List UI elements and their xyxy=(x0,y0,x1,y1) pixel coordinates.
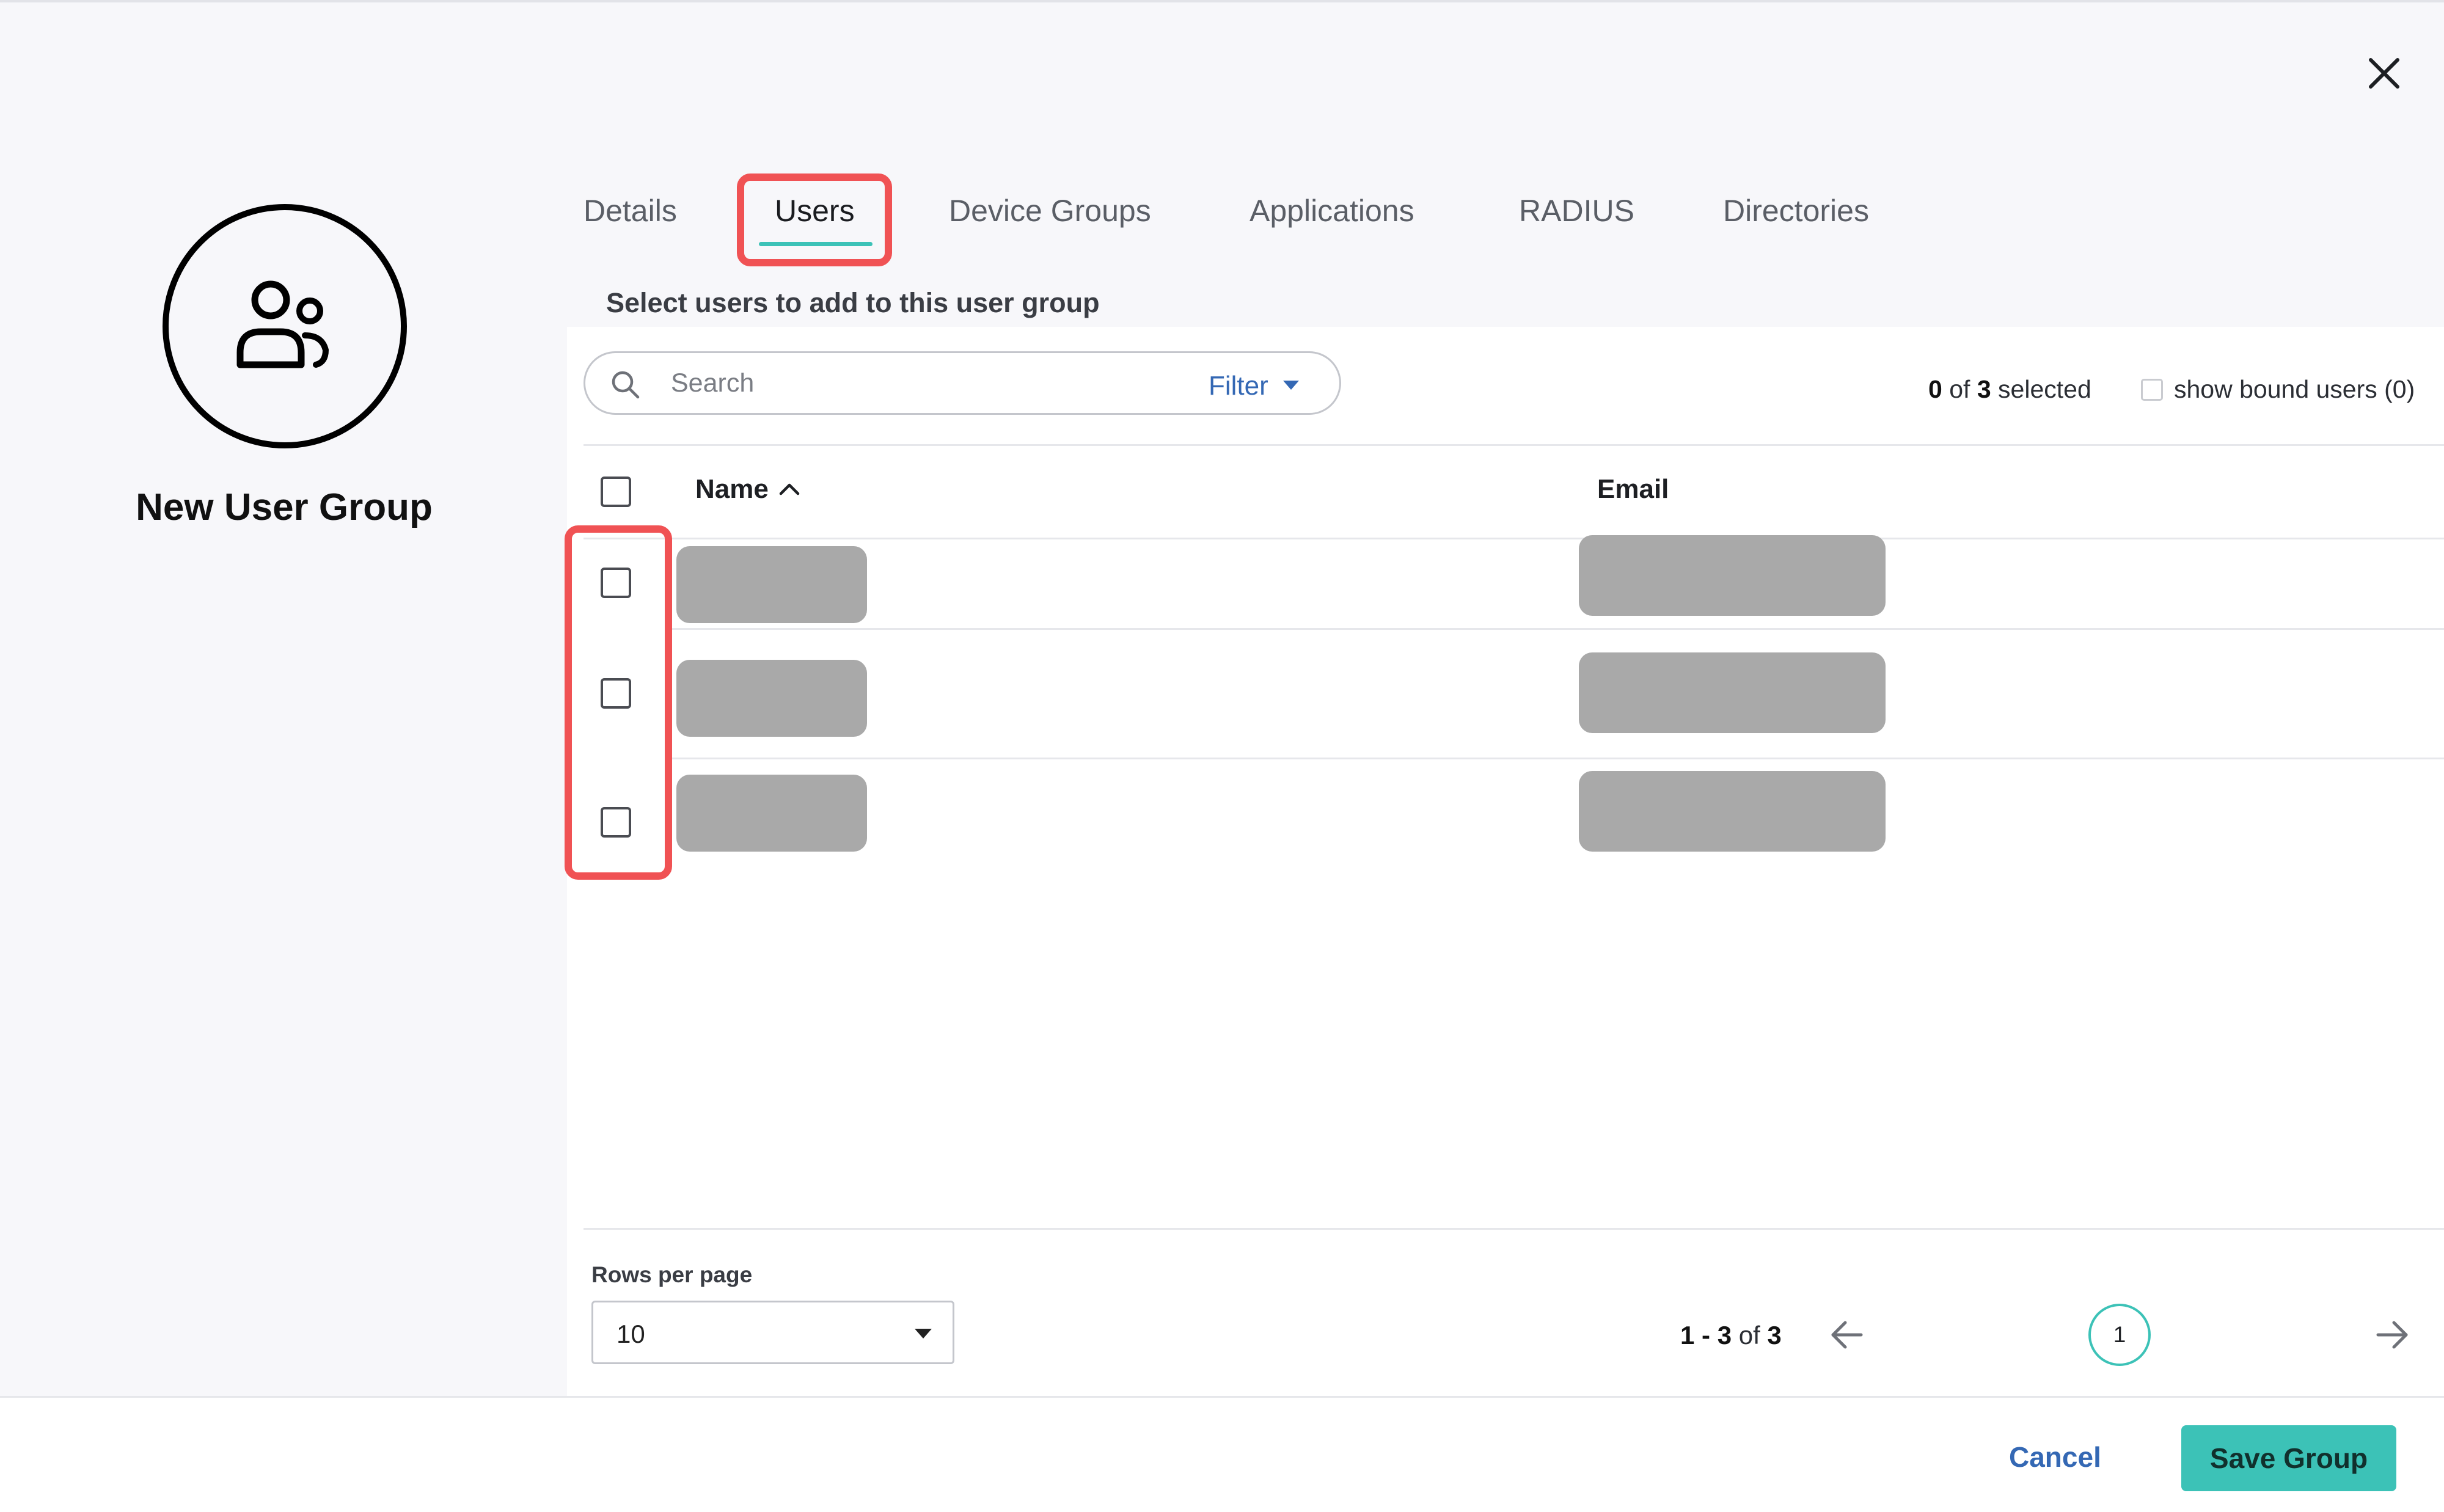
table-top-divider xyxy=(584,444,2444,446)
search-input[interactable] xyxy=(671,364,1147,402)
users-instruction: Select users to add to this user group xyxy=(606,287,1100,318)
rows-per-page-select[interactable]: 10 xyxy=(591,1301,954,1364)
row-divider xyxy=(670,628,2444,630)
redacted-email-2 xyxy=(1579,652,1886,733)
selection-count: 0 of 3 selected xyxy=(1928,375,2091,403)
search-icon xyxy=(612,371,640,399)
user-group-avatar xyxy=(163,204,407,448)
filter-label: Filter xyxy=(1209,371,1268,401)
arrow-left-icon[interactable] xyxy=(1827,1315,1867,1355)
column-header-name[interactable]: Name xyxy=(695,474,802,505)
show-bound-users-checkbox[interactable] xyxy=(2141,379,2163,401)
users-panel xyxy=(567,327,2444,1396)
rows-per-page-label: Rows per page xyxy=(591,1262,753,1287)
redacted-name-3 xyxy=(676,775,867,852)
pagination-divider xyxy=(584,1228,2444,1230)
tab-directories[interactable]: Directories xyxy=(1723,171,1869,250)
search-bar: Filter xyxy=(584,351,1341,415)
tab-device-groups[interactable]: Device Groups xyxy=(949,171,1151,250)
tab-details[interactable]: Details xyxy=(584,171,677,250)
caret-down-icon xyxy=(915,1329,932,1339)
pagination-range: 1 - 3 of 3 xyxy=(1680,1321,1782,1349)
arrow-right-icon[interactable] xyxy=(2372,1315,2412,1355)
close-icon[interactable] xyxy=(2358,48,2410,99)
rows-per-page-value: 10 xyxy=(616,1320,645,1348)
cancel-button[interactable]: Cancel xyxy=(2009,1441,2101,1474)
show-bound-users-label: show bound users (0) xyxy=(2174,375,2415,403)
group-title: New User Group xyxy=(136,486,433,528)
users-tab-highlight xyxy=(737,173,892,266)
save-group-button[interactable]: Save Group xyxy=(2181,1425,2396,1491)
redacted-email-3 xyxy=(1579,771,1886,852)
user-group-icon xyxy=(236,280,329,368)
caret-down-icon xyxy=(1282,380,1299,390)
top-border xyxy=(0,0,2444,2)
row-checkboxes-highlight xyxy=(565,525,672,880)
filter-button[interactable]: Filter xyxy=(1209,368,1299,404)
chevron-up-icon xyxy=(779,484,800,495)
column-header-email: Email xyxy=(1597,474,1669,504)
row-divider xyxy=(670,758,2444,759)
table-header-divider xyxy=(584,538,2444,539)
page-number-current[interactable]: 1 xyxy=(2088,1304,2151,1366)
tab-applications[interactable]: Applications xyxy=(1249,171,1414,250)
redacted-name-2 xyxy=(676,660,867,737)
redacted-name-1 xyxy=(676,546,867,623)
tab-radius[interactable]: RADIUS xyxy=(1519,171,1634,250)
select-all-checkbox[interactable] xyxy=(601,477,631,507)
redacted-email-1 xyxy=(1579,535,1886,616)
